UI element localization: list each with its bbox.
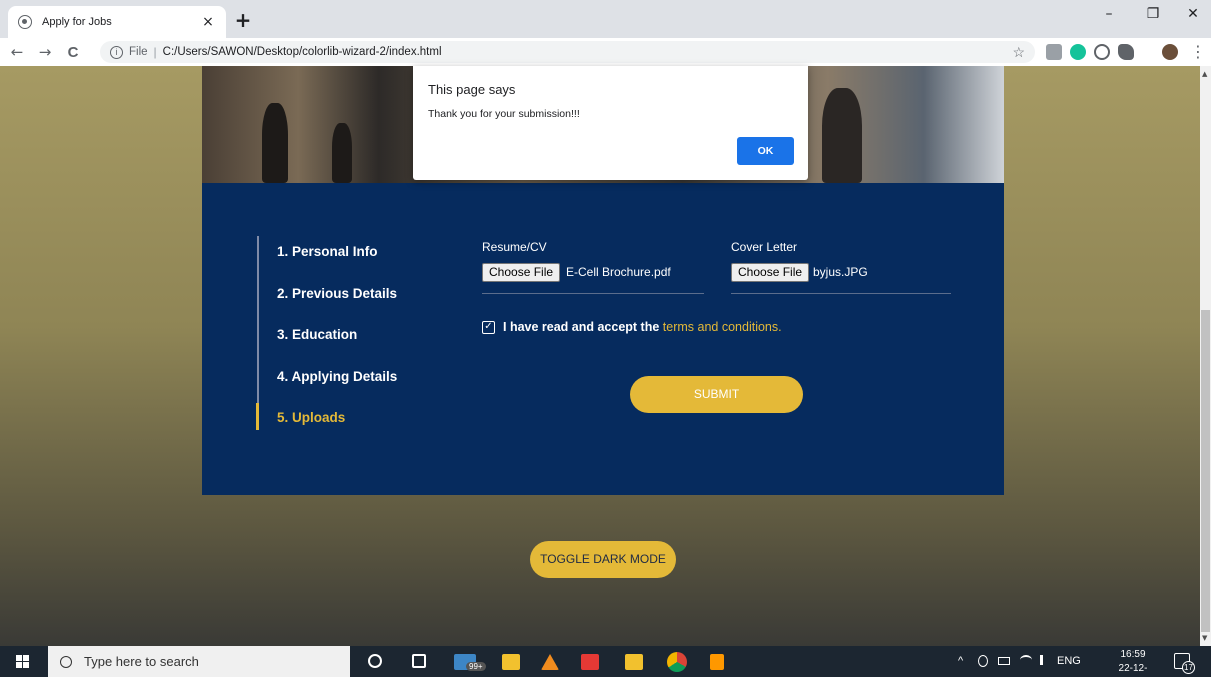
bookmark-star-icon[interactable]: ☆: [1012, 44, 1025, 61]
notification-count: 17: [1182, 661, 1195, 674]
browser-menu-icon[interactable]: ⋮: [1190, 42, 1206, 61]
scroll-down-icon[interactable]: ▼: [1202, 634, 1207, 642]
step-previous-details[interactable]: 2. Previous Details: [277, 286, 397, 301]
cover-letter-underline: [731, 293, 951, 294]
scroll-up-icon[interactable]: ▲: [1202, 70, 1207, 78]
minimize-button[interactable]: –: [1094, 6, 1124, 22]
alert-dialog: This page says Thank you for your submis…: [413, 66, 808, 180]
taskbar-clock[interactable]: 16:59 22-12-2020: [1108, 648, 1158, 677]
windows-taskbar: Type here to search 99+ ^ ENG: [0, 646, 1211, 677]
action-center-icon[interactable]: 17: [1174, 653, 1195, 674]
step-applying-details[interactable]: 4. Applying Details: [277, 369, 397, 384]
battery-icon[interactable]: [998, 657, 1010, 665]
step-uploads[interactable]: 5. Uploads: [277, 410, 345, 425]
browser-toolbar: ← → C i File | C:/Users/SAWON/Desktop/co…: [0, 38, 1211, 66]
tab-close-icon[interactable]: ×: [200, 14, 216, 30]
globe-icon: [18, 15, 32, 29]
language-indicator[interactable]: ENG: [1057, 655, 1081, 667]
notification-badge: 99+: [466, 662, 486, 671]
chess-piece-image: [262, 103, 288, 183]
extensions-puzzle-icon[interactable]: [1118, 44, 1134, 60]
step-education[interactable]: 3. Education: [277, 327, 357, 342]
store-icon[interactable]: [502, 654, 520, 670]
tray-overflow-icon[interactable]: ^: [958, 655, 963, 667]
url-text[interactable]: C:/Users/SAWON/Desktop/colorlib-wizard-2…: [163, 46, 1013, 58]
wizard-steps: 1. Personal Info 2. Previous Details 3. …: [257, 236, 407, 430]
wifi-icon[interactable]: [1020, 655, 1032, 665]
close-window-button[interactable]: ✕: [1178, 6, 1208, 22]
sublime-icon[interactable]: [710, 654, 724, 670]
dialog-ok-button[interactable]: OK: [737, 137, 794, 165]
terms-link[interactable]: terms and conditions.: [663, 320, 782, 334]
vlc-icon[interactable]: [541, 654, 559, 670]
address-bar[interactable]: i File | C:/Users/SAWON/Desktop/colorlib…: [100, 41, 1035, 63]
extension-icon-3[interactable]: [1094, 44, 1110, 60]
tab-strip: Apply for Jobs × + – ❐ ✕: [0, 0, 1211, 38]
submit-button[interactable]: SUBMIT: [630, 376, 803, 413]
active-step-indicator: [256, 403, 259, 430]
chess-piece-image: [332, 123, 352, 183]
step-personal-info[interactable]: 1. Personal Info: [277, 244, 378, 259]
grammarly-icon[interactable]: [1070, 44, 1086, 60]
search-icon: [60, 655, 72, 668]
resume-choose-file-button[interactable]: Choose File: [482, 263, 561, 282]
terms-checkbox[interactable]: ✓: [482, 321, 495, 334]
clock-date: 22-12-2020: [1118, 663, 1148, 674]
scrollbar[interactable]: ▲ ▼: [1200, 66, 1211, 646]
folder-icon[interactable]: [625, 654, 643, 670]
browser-tab[interactable]: Apply for Jobs ×: [8, 6, 226, 38]
chess-piece-image: [822, 88, 862, 183]
clock-time: 16:59: [1120, 649, 1146, 660]
resume-underline: [482, 293, 704, 294]
new-tab-button[interactable]: +: [232, 10, 254, 32]
back-button[interactable]: ←: [6, 43, 28, 61]
restore-button[interactable]: ❐: [1138, 6, 1168, 22]
chrome-icon[interactable]: [667, 652, 687, 672]
profile-avatar[interactable]: [1162, 44, 1178, 60]
terms-label: I have read and accept the: [503, 320, 663, 334]
tab-title: Apply for Jobs: [42, 16, 112, 28]
acrobat-icon[interactable]: [581, 654, 599, 670]
forward-button[interactable]: →: [34, 43, 56, 61]
terms-text: I have read and accept the terms and con…: [503, 320, 782, 334]
info-icon[interactable]: i: [110, 45, 123, 59]
resume-file-name: E-Cell Brochure.pdf: [566, 265, 671, 279]
windows-start-icon[interactable]: [16, 655, 30, 669]
url-separator: |: [153, 45, 157, 59]
dialog-title: This page says: [428, 82, 516, 97]
volume-icon[interactable]: [1040, 655, 1050, 665]
reload-button[interactable]: C: [62, 44, 84, 61]
scrollbar-thumb[interactable]: [1201, 310, 1210, 632]
network-icon[interactable]: [978, 655, 988, 667]
search-placeholder: Type here to search: [84, 654, 199, 669]
extension-icon-1[interactable]: [1046, 44, 1062, 60]
task-view-icon[interactable]: [412, 654, 426, 668]
toggle-dark-mode-button[interactable]: TOGGLE DARK MODE: [530, 541, 676, 578]
cover-letter-file-name: byjus.JPG: [813, 265, 868, 279]
dialog-message: Thank you for your submission!!!: [428, 108, 580, 120]
url-scheme: File: [129, 46, 148, 58]
resume-label: Resume/CV: [482, 240, 547, 254]
cover-letter-choose-file-button[interactable]: Choose File: [731, 263, 810, 282]
taskbar-search-box[interactable]: Type here to search: [48, 646, 350, 677]
cortana-icon[interactable]: [368, 654, 382, 668]
cover-letter-label: Cover Letter: [731, 240, 798, 254]
